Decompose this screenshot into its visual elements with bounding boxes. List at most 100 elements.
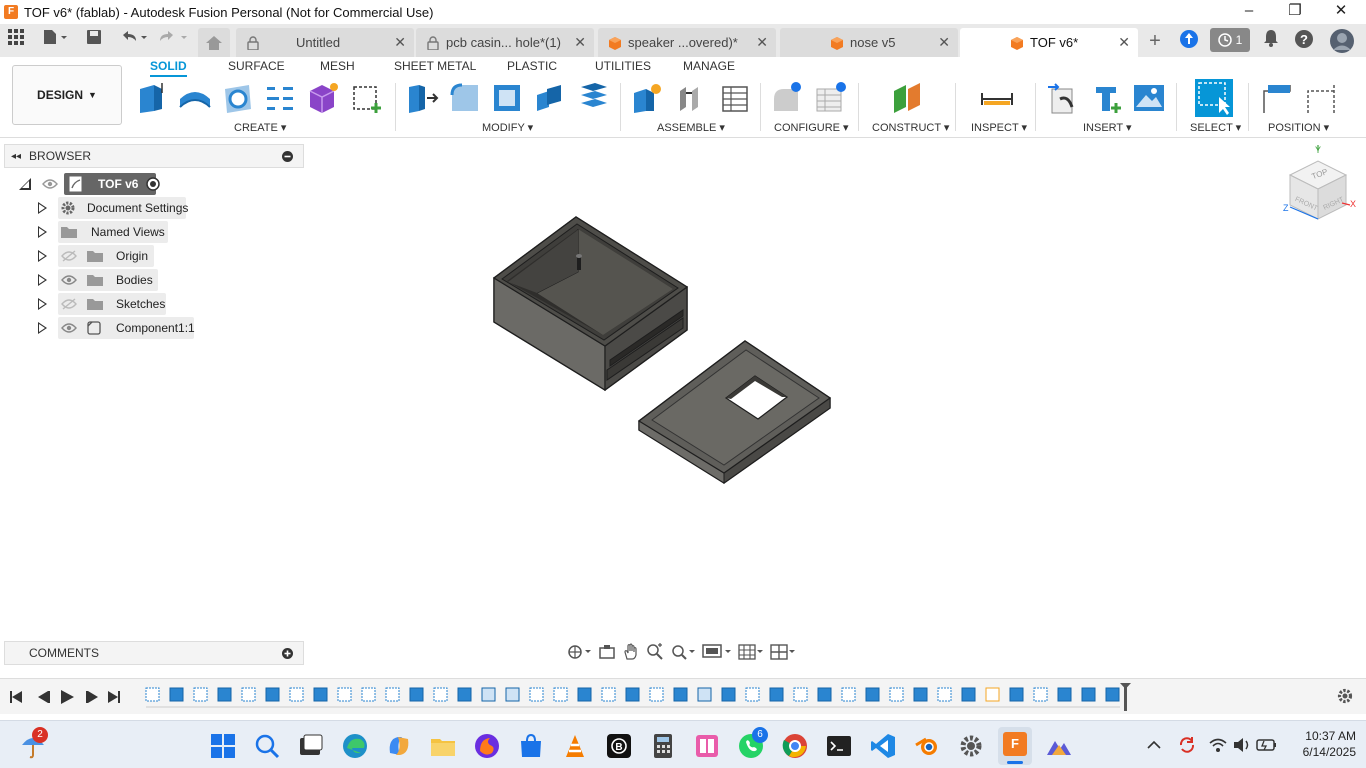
group-position-label[interactable]: POSITION ▾ <box>1268 121 1329 134</box>
timeline-feature-marker[interactable] <box>985 687 1000 702</box>
timeline-feature-marker[interactable] <box>841 687 856 702</box>
tab-close-icon[interactable]: ✕ <box>574 34 586 51</box>
timeline-feature-marker[interactable] <box>313 687 328 702</box>
timeline-play-button[interactable] <box>61 690 74 704</box>
insert-mcmaster-icon[interactable] <box>1090 81 1124 115</box>
bitwarden-icon[interactable]: B <box>606 733 632 759</box>
tab-surface[interactable]: SURFACE <box>228 59 285 73</box>
timeline-feature-marker[interactable] <box>817 687 832 702</box>
timeline-prev-button[interactable] <box>38 691 50 703</box>
viewcube[interactable]: Y TOP FRONT RIGHT Z X <box>1282 145 1358 225</box>
browser-item-origin[interactable]: Origin <box>38 245 198 267</box>
extrude-icon[interactable] <box>178 81 212 115</box>
viewports-icon[interactable] <box>770 643 796 661</box>
timeline-feature-marker[interactable] <box>577 687 592 702</box>
close-window-button[interactable]: ✕ <box>1318 0 1364 24</box>
eye-hidden-icon[interactable] <box>61 298 77 310</box>
extensions-icon[interactable] <box>1177 29 1201 53</box>
combine-icon[interactable] <box>533 81 567 115</box>
calculator-icon[interactable] <box>650 733 676 759</box>
browser-item-sketches[interactable]: Sketches <box>38 293 198 315</box>
expand-triangle-icon[interactable] <box>38 298 47 310</box>
tab-tof-v6[interactable]: TOF v6* ✕ <box>960 28 1138 57</box>
configuration-table-icon[interactable] <box>813 81 847 115</box>
browser-root-row[interactable]: TOF v6 <box>18 173 178 195</box>
collapse-browser-icon[interactable]: ◂◂ <box>11 151 21 162</box>
offset-plane-icon[interactable] <box>890 81 924 115</box>
bill-of-materials-icon[interactable] <box>717 81 751 115</box>
timeline-feature-marker[interactable] <box>409 687 424 702</box>
orbit-icon[interactable] <box>566 643 592 661</box>
timeline-feature-marker[interactable] <box>649 687 664 702</box>
timeline-feature-marker[interactable] <box>697 687 712 702</box>
timeline-feature-marker[interactable] <box>289 687 304 702</box>
save-icon[interactable] <box>82 29 106 53</box>
display-settings-icon[interactable] <box>702 643 732 661</box>
timeline-feature-marker[interactable] <box>1009 687 1024 702</box>
group-inspect-label[interactable]: INSPECT ▾ <box>971 121 1027 134</box>
terminal-icon[interactable] <box>826 733 852 759</box>
revolve-icon[interactable] <box>221 81 255 115</box>
avatar[interactable] <box>1330 29 1354 53</box>
whatsapp-app[interactable]: 6 <box>738 727 768 762</box>
timeline-feature-marker[interactable] <box>145 687 160 702</box>
timeline-feature-marker[interactable] <box>1081 687 1096 702</box>
measure-icon[interactable] <box>980 81 1014 115</box>
job-status-button[interactable]: 1 <box>1210 28 1250 52</box>
tab-close-icon[interactable]: ✕ <box>938 34 950 51</box>
group-configure-label[interactable]: CONFIGURE ▾ <box>774 121 849 134</box>
timeline-last-button[interactable] <box>108 691 120 703</box>
home-tab[interactable] <box>198 28 230 57</box>
wifi-icon[interactable] <box>1208 736 1228 754</box>
timeline-feature-marker[interactable] <box>1033 687 1048 702</box>
tab-mesh[interactable]: MESH <box>320 59 355 73</box>
search-icon[interactable] <box>254 733 280 759</box>
fit-window-icon[interactable] <box>670 643 696 661</box>
photos-icon[interactable] <box>694 733 720 759</box>
timeline-feature-marker[interactable] <box>1105 687 1120 702</box>
file-menu-icon[interactable] <box>38 29 72 53</box>
timeline-feature-marker[interactable] <box>673 687 688 702</box>
chevron-up-icon[interactable] <box>1146 738 1162 752</box>
timeline-feature-marker[interactable] <box>625 687 640 702</box>
capture-position-icon[interactable] <box>1260 81 1294 115</box>
file-explorer-icon[interactable] <box>430 733 456 759</box>
timeline-feature-marker[interactable] <box>1057 687 1072 702</box>
minimize-button[interactable]: – <box>1226 0 1272 24</box>
eye-icon[interactable] <box>61 322 77 334</box>
timeline-feature-marker[interactable] <box>913 687 928 702</box>
eye-icon[interactable] <box>61 274 77 286</box>
group-modify-label[interactable]: MODIFY ▾ <box>482 121 533 134</box>
comments-panel-header[interactable]: COMMENTS <box>4 641 304 665</box>
timeline-feature-marker[interactable] <box>337 687 352 702</box>
maximize-button[interactable]: ❐ <box>1272 0 1318 24</box>
battery-icon[interactable] <box>1256 737 1278 753</box>
browser-item-named-views[interactable]: Named Views <box>38 221 198 243</box>
tab-plastic[interactable]: PLASTIC <box>507 59 557 73</box>
insert-canvas-icon[interactable] <box>1132 81 1166 115</box>
tab-untitled[interactable]: Untitled ✕ <box>236 28 414 57</box>
zoom-icon[interactable] <box>646 643 664 661</box>
clock-area[interactable]: 10:37 AM 6/14/2025 <box>1290 729 1356 759</box>
press-pull-icon[interactable] <box>405 81 439 115</box>
new-tab-button[interactable]: + <box>1143 29 1167 53</box>
group-create-label[interactable]: CREATE ▾ <box>234 121 286 134</box>
configure-icon[interactable] <box>770 81 804 115</box>
create-sketch-icon[interactable] <box>350 81 384 115</box>
eye-hidden-icon[interactable] <box>61 250 77 262</box>
tab-utilities[interactable]: UTILITIES <box>595 59 651 73</box>
tab-nose[interactable]: nose v5 ✕ <box>780 28 958 57</box>
group-select-label[interactable]: SELECT ▾ <box>1190 121 1241 134</box>
timeline-feature-marker[interactable] <box>721 687 736 702</box>
workspace-switcher-button[interactable]: DESIGN ▼ <box>12 65 122 125</box>
expand-triangle-icon[interactable] <box>38 226 47 238</box>
timeline-feature-marker[interactable] <box>193 687 208 702</box>
insert-derive-icon[interactable] <box>1046 81 1080 115</box>
timeline-feature-marker[interactable] <box>433 687 448 702</box>
vlc-icon[interactable] <box>562 733 588 759</box>
collapse-triangle-icon[interactable] <box>18 177 32 191</box>
copilot-icon[interactable] <box>386 733 412 759</box>
fusion-taskbar-button[interactable]: F <box>998 727 1032 765</box>
timeline-feature-marker[interactable] <box>217 687 232 702</box>
timeline-feature-marker[interactable] <box>385 687 400 702</box>
